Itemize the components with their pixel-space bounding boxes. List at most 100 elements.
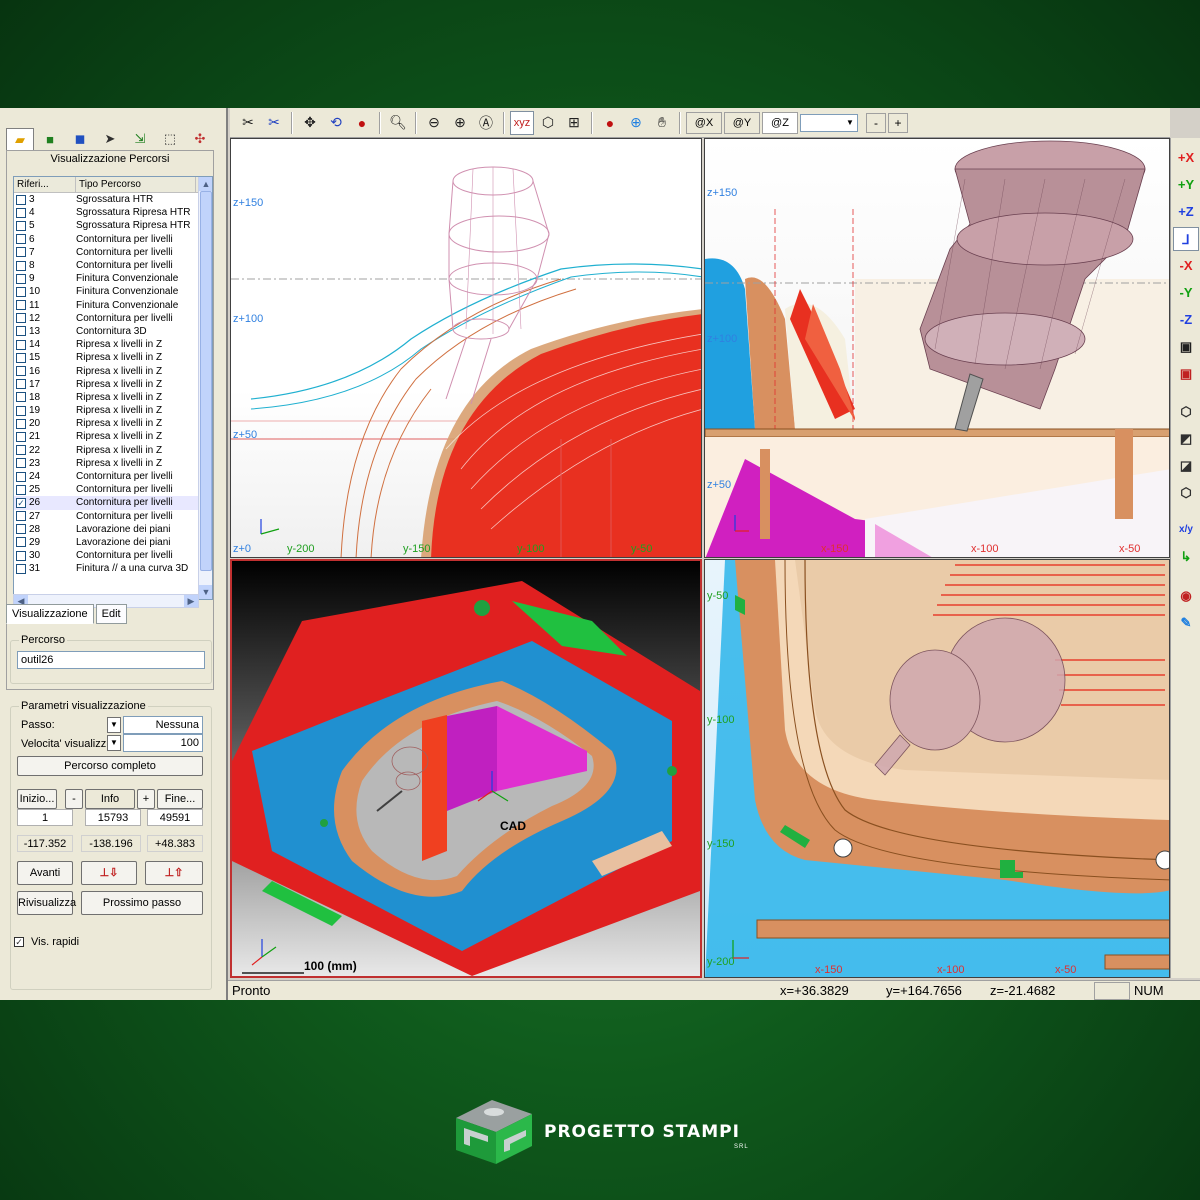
list-item[interactable]: 18 Ripresa x livelli in Z [14,391,212,404]
info-button[interactable]: Info [85,789,135,809]
list-item[interactable]: 16 Ripresa x livelli in Z [14,364,212,377]
row-checkbox[interactable] [16,313,26,324]
list-item[interactable]: 17 Ripresa x livelli in Z [14,378,212,391]
column-header-ref[interactable]: Riferi... [14,177,76,192]
list-item[interactable]: 20 Ripresa x livelli in Z [14,417,212,430]
axes-rotate-icon[interactable]: ↳ [1173,545,1199,569]
list-item[interactable]: 6 Contornitura per livelli [14,233,212,246]
tool-jump-icon[interactable]: ⊥⇧ [145,861,203,885]
list-item[interactable]: 8 Contornitura per livelli [14,259,212,272]
row-checkbox[interactable] [16,392,26,403]
axes-icon[interactable]: xyz [510,110,534,135]
zoom-minus-button[interactable]: - [866,112,886,133]
velocita-dropdown-icon[interactable]: ▼ [107,735,121,751]
cube-side-icon[interactable]: ◪ [1173,454,1199,478]
list-item[interactable]: 21 Ripresa x livelli in Z [14,430,212,443]
list-item[interactable]: 28 Lavorazione dei piani [14,523,212,536]
passo-field[interactable]: Nessuna [123,716,203,734]
cursor-icon[interactable]: ➤ [96,128,124,150]
path-list[interactable]: Riferi... Tipo Percorso 3 Sgrossatura HTR… [13,176,213,600]
scroll-down-icon[interactable]: ▼ [199,585,212,599]
row-checkbox[interactable]: ✓ [16,497,26,508]
fine-button[interactable]: Fine... [157,789,203,809]
view-y-button[interactable]: @Y [724,111,760,134]
tab-edit[interactable]: Edit [95,604,127,624]
percorso-completo-button[interactable]: Percorso completo [17,756,203,776]
axes-swap-icon[interactable]: x/y [1173,518,1199,542]
list-item[interactable]: 29 Lavorazione dei piani [14,536,212,549]
iso-cube-icon[interactable]: ⬡ [1173,400,1199,424]
scroll-right-icon[interactable]: ▶ [184,595,198,607]
rotate-icon[interactable]: ⟲ [324,111,348,135]
row-checkbox[interactable] [16,247,26,258]
row-checkbox[interactable] [16,286,26,297]
measure-icon[interactable]: ✎ [1173,611,1199,635]
cut-icon[interactable]: ✂ [236,111,260,135]
row-checkbox[interactable] [16,207,26,218]
viewport-top-left[interactable]: z+150 z+100 z+50 z+0 y-200 y-150 y-100 y… [230,138,702,558]
list-vertical-scrollbar[interactable]: ▲ ▼ [198,177,212,599]
row-checkbox[interactable] [16,352,26,363]
list-item[interactable]: 12 Contornitura per livelli [14,312,212,325]
list-item[interactable]: 30 Contornitura per livelli [14,549,212,562]
list-item[interactable]: 10 Finitura Convenzionale [14,285,212,298]
row-checkbox[interactable] [16,300,26,311]
row-checkbox[interactable] [16,484,26,495]
row-checkbox[interactable] [16,194,26,205]
zoom-in-icon[interactable]: ⊕ [448,111,472,135]
iso-view-icon[interactable]: ⬡ [536,111,560,135]
route-icon[interactable]: ⇲ [126,128,154,150]
list-item[interactable]: 31 Finitura // a una curva 3D [14,562,212,575]
list-item[interactable]: 24 Contornitura per livelli [14,470,212,483]
list-item[interactable]: 9 Finitura Convenzionale [14,272,212,285]
zoom-plus-button[interactable]: + [888,112,908,133]
passo-dropdown-icon[interactable]: ▼ [107,717,121,733]
four-views-icon[interactable]: ⊞ [562,111,586,135]
list-item[interactable]: 5 Sgrossatura Ripresa HTR [14,219,212,232]
list-item[interactable]: 13 Contornitura 3D [14,325,212,338]
view-plus-z-button[interactable]: +Z [1173,200,1199,224]
list-item[interactable]: 4 Sgrossatura Ripresa HTR [14,206,212,219]
row-checkbox[interactable] [16,366,26,377]
cube-front-icon[interactable]: ◩ [1173,427,1199,451]
row-checkbox[interactable] [16,260,26,271]
view-plus-y-button[interactable]: +Y [1173,173,1199,197]
save-view-icon[interactable]: ▣ [1173,335,1199,359]
list-item[interactable]: 23 Ripresa x livelli in Z [14,457,212,470]
row-checkbox[interactable] [16,418,26,429]
cube-wire-icon[interactable]: ⬡ [1173,481,1199,505]
row-checkbox[interactable] [16,379,26,390]
viewport-bottom-left[interactable]: CAD 100 (mm) [230,559,702,978]
row-checkbox[interactable] [16,445,26,456]
axes-triad-icon[interactable]: ⅃ [1173,227,1199,251]
view-minus-y-button[interactable]: -Y [1173,281,1199,305]
scroll-up-icon[interactable]: ▲ [199,177,212,191]
shade-icon[interactable]: ● [350,111,374,135]
view-minus-x-button[interactable]: -X [1173,254,1199,278]
viewport-top-right[interactable]: z+150 z+100 z+50 x-150 x-100 x-50 [704,138,1170,558]
scroll-thumb[interactable] [200,191,212,571]
target-icon[interactable]: ⊕ [624,111,648,135]
path-view-icon[interactable]: ▰ [6,128,34,150]
inizio-button[interactable]: Inizio... [17,789,57,809]
hand-icon[interactable]: ✋︎ [650,111,674,135]
cube-icon[interactable]: ◼ [66,128,94,150]
avanti-button[interactable]: Avanti [17,861,73,885]
rivisualizza-button[interactable]: Rivisualizza [17,891,76,915]
list-item[interactable]: 25 Contornitura per livelli [14,483,212,496]
row-checkbox[interactable] [16,537,26,548]
list-item[interactable]: 15 Ripresa x livelli in Z [14,351,212,364]
zoom-all-icon[interactable]: Ⓐ [474,111,498,135]
row-checkbox[interactable] [16,431,26,442]
zoom-combo[interactable]: ▼ [800,113,858,132]
row-checkbox[interactable] [16,524,26,535]
vis-rapidi-option[interactable]: ✓ Vis. rapidi [12,936,79,948]
row-checkbox[interactable] [16,405,26,416]
view-minus-z-button[interactable]: -Z [1173,308,1199,332]
tab-visualizzazione[interactable]: Visualizzazione [6,604,94,624]
prossimo-passo-button[interactable]: Prossimo passo [81,891,203,915]
row-checkbox[interactable] [16,326,26,337]
list-item[interactable]: 22 Ripresa x livelli in Z [14,444,212,457]
column-header-type[interactable]: Tipo Percorso [76,177,196,192]
row-checkbox[interactable] [16,458,26,469]
